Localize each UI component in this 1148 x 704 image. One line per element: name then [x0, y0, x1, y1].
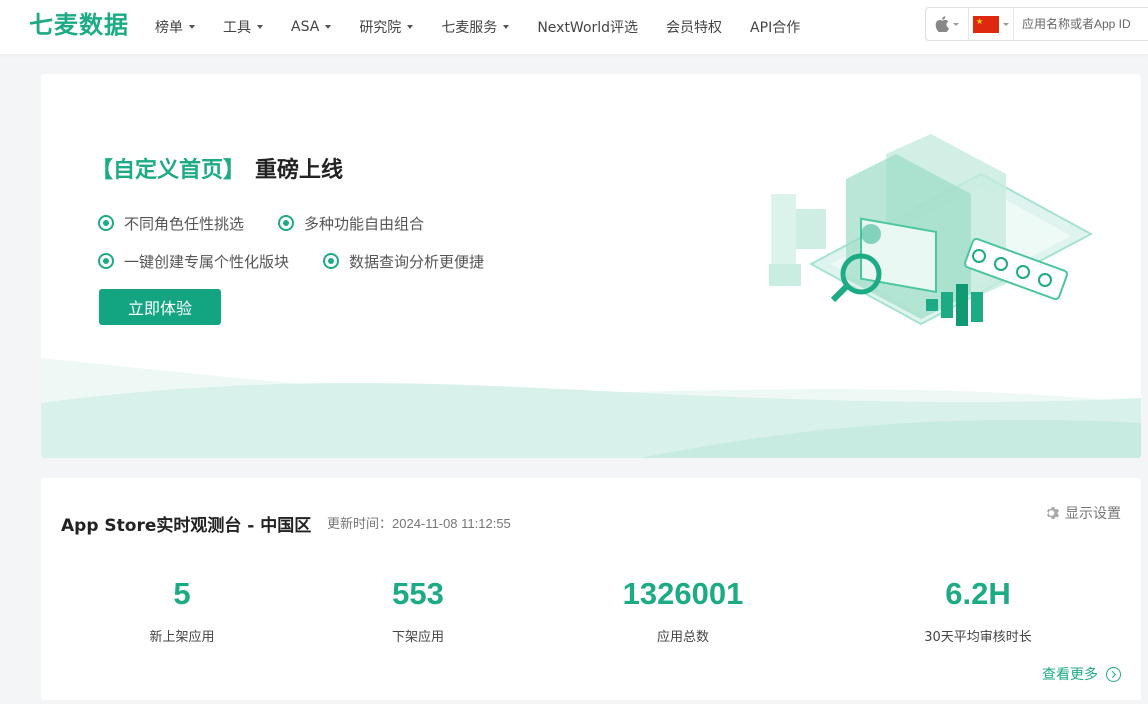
feature-row: 不同角色任性挑选 多种功能自由组合 [98, 204, 518, 242]
nav-item-services[interactable]: 七麦服务 [427, 0, 523, 54]
update-time: 更新时间：2024-11-08 11:12:55 [327, 516, 511, 531]
banner-title-main: 【自定义首页】 [91, 158, 246, 183]
dashboard-illustration [769, 134, 1094, 326]
region-select[interactable]: ★ [969, 8, 1014, 40]
nav-label: 工具 [223, 20, 251, 36]
nav-item-rankings[interactable]: 榜单 [141, 0, 209, 54]
site-logo[interactable]: 七麦数据 [29, 10, 129, 40]
display-settings-button[interactable]: 显示设置 [1045, 503, 1121, 523]
gear-icon [1047, 507, 1059, 519]
feature-row: 一键创建专属个性化版块 数据查询分析更便捷 [98, 242, 518, 280]
nav-label: NextWorld评选 [537, 20, 639, 36]
feature-item: 不同角色任性挑选 [98, 213, 244, 234]
view-more-label: 查看更多 [1042, 667, 1098, 683]
nav-item-nextworld[interactable]: NextWorld评选 [523, 0, 652, 54]
realtime-monitor-panel: App Store实时观测台 - 中国区 更新时间：2024-11-08 11:… [41, 478, 1141, 700]
stat-label: 下架应用 [391, 630, 444, 645]
stat-value: 1326001 [622, 576, 744, 611]
stat-review-time[interactable]: 6.2H 30天平均审核时长 [878, 574, 1078, 645]
app-search-box: ★ [925, 7, 1148, 41]
stat-new-apps[interactable]: 5 新上架应用 [82, 574, 282, 645]
radio-dot-icon [323, 253, 340, 269]
banner-title: 【自定义首页】 重磅上线 [91, 152, 343, 184]
radio-dot-icon [278, 215, 295, 231]
caret-down-icon [325, 25, 332, 29]
caret-down-icon [953, 22, 959, 26]
banner-title-sub: 重磅上线 [255, 158, 344, 183]
caret-down-icon [257, 25, 263, 29]
nav-label: 七麦服务 [441, 20, 498, 36]
stat-value: 6.2H [945, 576, 1011, 611]
feature-item: 数据查询分析更便捷 [323, 251, 484, 272]
nav-label: 会员特权 [666, 20, 723, 36]
radio-dot-icon [98, 215, 114, 231]
stats-row: 5 新上架应用 553 下架应用 1326001 应用总数 6.2H 30天平均… [41, 574, 1141, 654]
stat-value: 553 [392, 576, 444, 611]
caret-down-icon [503, 25, 510, 29]
stat-value: 5 [173, 576, 191, 611]
stat-label: 30天平均审核时长 [924, 630, 1032, 645]
nav-item-research[interactable]: 研究院 [345, 0, 427, 54]
promo-banner: 【自定义首页】 重磅上线 不同角色任性挑选 多种功能自由组合 一键创建专属个性化版… [41, 74, 1141, 458]
nav-item-asa[interactable]: ASA [277, 0, 345, 54]
feature-list: 不同角色任性挑选 多种功能自由组合 一键创建专属个性化版块 数据查询分析更便捷 [98, 204, 518, 280]
feature-label: 多种功能自由组合 [304, 214, 425, 233]
stat-label: 应用总数 [656, 630, 709, 645]
feature-label: 数据查询分析更便捷 [349, 252, 485, 271]
feature-item: 多种功能自由组合 [278, 213, 424, 234]
nav-item-tools[interactable]: 工具 [209, 0, 277, 54]
stat-removed-apps[interactable]: 553 下架应用 [318, 574, 518, 645]
stat-label: 新上架应用 [149, 630, 215, 645]
feature-label: 一键创建专属个性化版块 [124, 252, 290, 271]
nav-item-api[interactable]: API合作 [736, 0, 814, 54]
nav-label: 研究院 [359, 20, 402, 36]
apple-icon [935, 16, 949, 32]
caret-down-icon [1003, 22, 1009, 26]
feature-label: 不同角色任性挑选 [124, 214, 245, 233]
main-nav: 榜单 工具 ASA 研究院 七麦服务 NextWorld评选 会员特权 API合… [141, 0, 814, 54]
platform-select[interactable] [926, 8, 970, 40]
settings-label: 显示设置 [1065, 506, 1121, 522]
top-header: 七麦数据 榜单 工具 ASA 研究院 七麦服务 NextWorld评选 会员特权… [0, 0, 1148, 54]
caret-down-icon [189, 25, 195, 29]
nav-label: 榜单 [155, 20, 183, 36]
panel-title: App Store实时观测台 - 中国区 [61, 516, 312, 536]
try-now-button[interactable]: 立即体验 [99, 289, 221, 325]
stat-total-apps[interactable]: 1326001 应用总数 [583, 574, 783, 645]
feature-item: 一键创建专属个性化版块 [98, 251, 289, 272]
nav-label: API合作 [750, 20, 801, 36]
radio-dot-icon [98, 253, 114, 269]
nav-label: ASA [291, 19, 320, 35]
nav-item-membership[interactable]: 会员特权 [652, 0, 736, 54]
chevron-right-circle-icon [1106, 666, 1121, 682]
caret-down-icon [407, 25, 414, 29]
view-more-link[interactable]: 查看更多 [1042, 664, 1121, 684]
china-flag-icon: ★ [973, 15, 999, 33]
search-input[interactable] [1014, 8, 1148, 40]
